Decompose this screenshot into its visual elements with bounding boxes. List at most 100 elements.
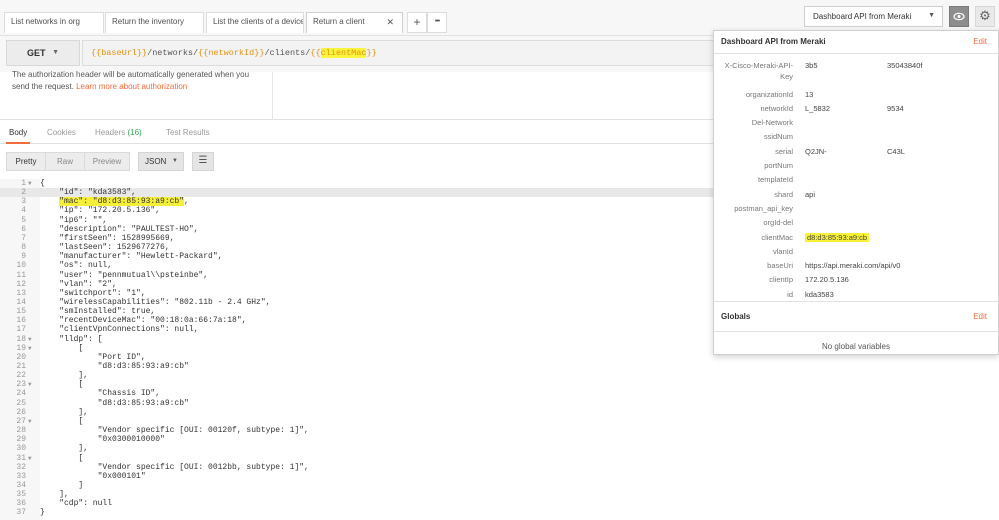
code-text: "ip6": "",: [40, 215, 108, 225]
new-tab-button[interactable]: +: [407, 12, 427, 33]
environment-select[interactable]: Dashboard API from Meraki ▼: [804, 6, 943, 27]
code-line: 5 "ip6": "",: [0, 216, 714, 225]
line-number: 36: [16, 499, 26, 509]
tab-return-client[interactable]: Return a client ✕: [306, 12, 403, 33]
line-number: 6: [21, 224, 26, 234]
code-line: 31 ▼ [: [0, 454, 714, 463]
line-number: 33: [16, 471, 26, 481]
env-var-value-text: 13: [805, 89, 814, 99]
tab-list-clients-device[interactable]: List the clients of a device,: [206, 12, 304, 33]
line-number: 4: [21, 206, 26, 216]
learn-more-auth-link[interactable]: Learn more about authorization: [76, 82, 187, 91]
env-var-value: kda3583: [805, 290, 834, 300]
gear-icon: ⚙: [979, 8, 991, 23]
code-line: 15 "smInstalled": true,: [0, 307, 714, 316]
code-text: "firstSeen": 1528995669,: [40, 233, 175, 243]
format-select[interactable]: JSON ▼: [138, 152, 184, 171]
tab-return-inventory[interactable]: Return the inventory: [105, 12, 204, 33]
tab-label: Return the inventory: [112, 17, 185, 26]
env-var-key: networkId: [760, 103, 793, 113]
code-text: "vlan": "2",: [40, 279, 117, 289]
code-text: [: [40, 416, 84, 426]
environment-quick-look-popover: Dashboard API from Meraki Edit Globals E…: [713, 30, 999, 355]
line-number: 7: [21, 233, 26, 243]
fold-toggle-icon[interactable]: ▼: [28, 344, 32, 353]
env-var-key: X-Cisco-Meraki-API-: [724, 61, 793, 70]
code-text: "recentDeviceMac": "00:18:0a:66:7a:18",: [40, 316, 247, 326]
fold-toggle-icon[interactable]: ▼: [28, 417, 32, 426]
line-number: 35: [16, 490, 26, 500]
env-var-value: L_5832 9534: [805, 104, 904, 114]
close-icon[interactable]: ✕: [386, 17, 394, 28]
line-number: 28: [16, 426, 26, 436]
line-number: 32: [16, 462, 26, 472]
env-var-value-text: api: [805, 189, 816, 199]
code-text: "clientVpnConnections": null,: [40, 325, 199, 335]
tab-list-networks[interactable]: List networks in org: [4, 12, 104, 33]
code-line: 13 "switchport": "1",: [0, 289, 714, 298]
code-line: 12 "vlan": "2",: [0, 280, 714, 289]
tab-cookies[interactable]: Cookies: [47, 128, 76, 137]
divider: [714, 53, 998, 54]
divider: [714, 331, 998, 332]
env-var-key: Del-Network: [751, 118, 793, 128]
env-var-value-text: C43L: [887, 146, 905, 156]
fold-toggle-icon[interactable]: ▼: [28, 335, 32, 344]
code-line: 17 "clientVpnConnections": null,: [0, 325, 714, 334]
code-text: "d8:d3:85:93:a9:cb": [40, 362, 189, 371]
code-line: 30 ],: [0, 444, 714, 453]
line-number: 10: [16, 261, 26, 271]
code-line: 37}: [0, 508, 714, 517]
env-var-value-text: 9534: [887, 103, 904, 113]
url-segment: /clients/: [264, 48, 311, 58]
tab-test-results[interactable]: Test Results: [166, 128, 210, 137]
code-text: ],: [40, 407, 89, 417]
wrap-lines-button[interactable]: ☰: [192, 152, 214, 171]
code-line: 9 "manufacturer": "Hewlett-Packard",: [0, 252, 714, 261]
line-number: 22: [16, 371, 26, 381]
tab-body[interactable]: Body: [9, 128, 27, 137]
more-tabs-button[interactable]: •••: [427, 12, 447, 33]
url-var-clientmac: clientMac: [320, 48, 367, 58]
code-line: 8 "lastSeen": 1529677276,: [0, 243, 714, 252]
edit-globals-link[interactable]: Edit: [973, 312, 987, 321]
environment-quick-look-button[interactable]: [949, 6, 969, 27]
response-body-editor[interactable]: 1 ▼{2 "id": "kda3583", 3 "mac": "d8:d3:85:…: [0, 179, 714, 520]
fold-toggle-icon[interactable]: ▼: [28, 454, 32, 463]
code-text: {: [40, 179, 45, 188]
code-line: 2 "id": "kda3583",: [0, 188, 714, 198]
line-number: 2: [21, 188, 26, 198]
code-line: 22 ],: [0, 371, 714, 380]
code-line: 25 "d8:d3:85:93:a9:cb": [0, 399, 714, 408]
url-var-close: }}: [366, 48, 377, 58]
response-tabs: Body Cookies Headers (16) Test Results: [0, 122, 714, 144]
line-number: 30: [16, 444, 26, 454]
request-url-input[interactable]: {{baseUrl}}/networks/{{networkId}}/clien…: [82, 40, 722, 66]
code-text: "lastSeen": 1529677276,: [40, 243, 170, 253]
method-select[interactable]: GET ▼: [6, 40, 80, 66]
code-line: 7 "firstSeen": 1528995669,: [0, 234, 714, 243]
env-var-value: 3b5 35043840f: [805, 61, 922, 71]
manage-environments-button[interactable]: ⚙: [975, 6, 995, 27]
method-label: GET: [27, 48, 46, 58]
env-var-value: Q2JN- C43L: [805, 147, 905, 157]
line-number: 18: [16, 334, 26, 344]
code-text: [: [40, 343, 84, 353]
preview-button[interactable]: Preview: [84, 152, 130, 171]
tab-headers[interactable]: Headers (16): [95, 128, 142, 137]
line-number: 25: [16, 398, 26, 408]
fold-toggle-icon[interactable]: ▼: [28, 179, 32, 188]
code-line: 14 "wirelessCapabilities": "802.11b - 2.…: [0, 298, 714, 307]
line-number: 5: [21, 215, 26, 225]
line-number: 29: [16, 435, 26, 445]
active-tab-indicator: [6, 142, 30, 144]
edit-environment-link[interactable]: Edit: [973, 37, 987, 46]
pretty-button[interactable]: Pretty: [6, 152, 46, 171]
raw-button[interactable]: Raw: [45, 152, 85, 171]
fold-toggle-icon[interactable]: ▼: [28, 380, 32, 389]
code-text: "os": null,: [40, 261, 113, 271]
code-line: 32 "Vendor specific [OUI: 0012bb, subtyp…: [0, 463, 714, 472]
code-text: ]: [40, 480, 84, 490]
popover-header: Dashboard API from Meraki Edit: [714, 31, 998, 53]
env-var-key: Key: [780, 72, 793, 81]
